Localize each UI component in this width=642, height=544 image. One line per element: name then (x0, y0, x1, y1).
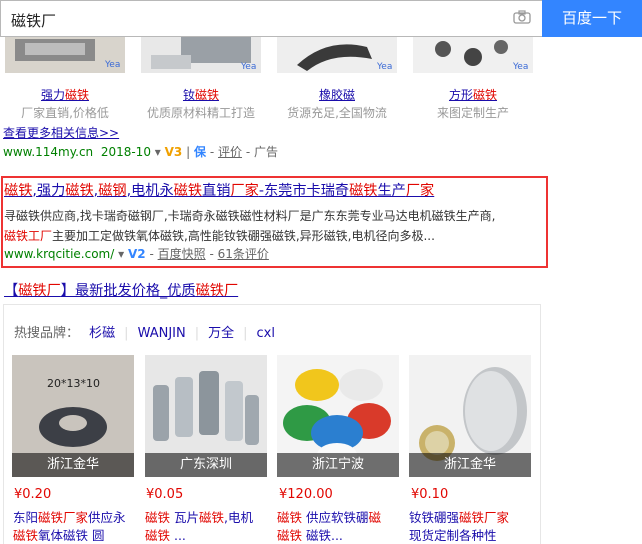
product-image[interactable]: 20*13*10 浙江金华 (12, 355, 134, 477)
more-info-link[interactable]: 查看更多相关信息>> (3, 124, 119, 141)
product-image[interactable]: 浙江金华 (409, 355, 531, 477)
ad-thumb-subtitle: 货源充足,全国物流 (287, 106, 387, 120)
ad-date: 2018-10 (100, 145, 151, 159)
reviews-link[interactable]: 61条评价 (218, 247, 269, 261)
hot-brand-link[interactable]: 杉磁 (89, 326, 115, 341)
ad-thumb-label[interactable]: 方形磁铁 (413, 86, 533, 103)
product-price: ¥120.00 (279, 487, 333, 502)
ad-thumb-image[interactable]: Yea (5, 37, 125, 73)
product-price: ¥0.10 (411, 487, 449, 502)
ad-thumb-label[interactable]: 钕磁铁 (141, 86, 261, 103)
product-price: ¥0.05 (146, 487, 184, 502)
search-button[interactable]: 百度一下 (542, 0, 642, 37)
product-location: 广东深圳 (145, 453, 267, 477)
svg-text:Yea: Yea (240, 62, 256, 72)
product-description-link[interactable]: 东阳磁铁厂家供应永 磁铁氧体磁铁 圆 (13, 509, 139, 541)
product-description-link[interactable]: 钕铁硼强磁铁厂家 现货定制各种性 (409, 509, 535, 541)
svg-text:20*13*10: 20*13*10 (47, 377, 100, 390)
snapshot-link[interactable]: 百度快照 (158, 247, 206, 261)
ad-thumb-image[interactable]: Yea (141, 37, 261, 73)
ad-thumb-image[interactable]: Yea (277, 37, 397, 73)
v2-badge-icon[interactable]: V2 (128, 247, 146, 261)
svg-text:Yea: Yea (104, 60, 120, 70)
product-image[interactable]: 广东深圳 (145, 355, 267, 477)
result-source-line: www.krqcitie.com/ ▾ V2 - 百度快照 - 61条评价 (4, 247, 269, 261)
camera-icon[interactable] (513, 10, 531, 24)
ad-url[interactable]: www.114my.cn (3, 145, 93, 159)
ad-thumb-subtitle: 优质原材料精工打造 (146, 106, 255, 120)
v3-badge-icon[interactable]: V3 (165, 145, 183, 159)
product-description-link[interactable]: 磁铁 瓦片磁铁,电机 磁铁 ... (145, 509, 271, 541)
search-input[interactable]: 磁铁厂 (0, 0, 542, 37)
hot-brands: 热搜品牌： 杉磁 | WANJIN | 万全 | cxl (14, 326, 275, 341)
ad-thumb-subtitle: 来图定制生产 (436, 106, 509, 120)
ad-source-line: www.114my.cn 2018-10 ▾ V3 | 保 - 评价 - 广告 (3, 145, 279, 159)
dropdown-arrow-icon[interactable]: ▾ (118, 247, 124, 261)
product-description-link[interactable]: 磁铁 供应软铁硼磁 磁铁 磁铁... (277, 509, 403, 541)
ad-thumb-label[interactable]: 橡胶磁 (277, 86, 397, 103)
product-location: 浙江金华 (409, 453, 531, 477)
svg-text:Yea: Yea (376, 62, 392, 72)
svg-text:Yea: Yea (512, 62, 528, 72)
evaluation-link[interactable]: 评价 (218, 145, 242, 159)
product-price: ¥0.20 (14, 487, 52, 502)
result-title-link[interactable]: 磁铁,强力磁铁,磁钢,电机永磁铁直销厂家-东莞市卡瑞奇磁铁生产厂家 (4, 180, 434, 200)
guarantee-badge[interactable]: 保 (194, 145, 206, 159)
ad-thumb-subtitle: 厂家直销,价格低 (21, 106, 109, 120)
ad-tag: 广告 (254, 145, 279, 159)
dropdown-arrow-icon[interactable]: ▾ (155, 145, 161, 159)
hot-brand-link[interactable]: 万全 (208, 326, 234, 341)
b2b-result-title-link[interactable]: 【磁铁厂】最新批发价格_优质磁铁厂 (4, 280, 238, 300)
ad-thumb-image[interactable]: Yea (413, 37, 533, 73)
result-abstract: 寻磁铁供应商,找卡瑞奇磁钢厂,卡瑞奇永磁铁磁性材料厂是广东东莞专业马达电机磁铁生… (4, 209, 496, 243)
product-location: 浙江宁波 (277, 453, 399, 477)
product-location: 浙江金华 (12, 453, 134, 477)
ad-thumb-label[interactable]: 强力磁铁 (5, 86, 125, 103)
hot-brand-link[interactable]: WANJIN (138, 326, 186, 341)
product-image[interactable]: 浙江宁波 (277, 355, 399, 477)
result-url[interactable]: www.krqcitie.com/ (4, 247, 114, 261)
hot-brand-link[interactable]: cxl (257, 326, 275, 341)
